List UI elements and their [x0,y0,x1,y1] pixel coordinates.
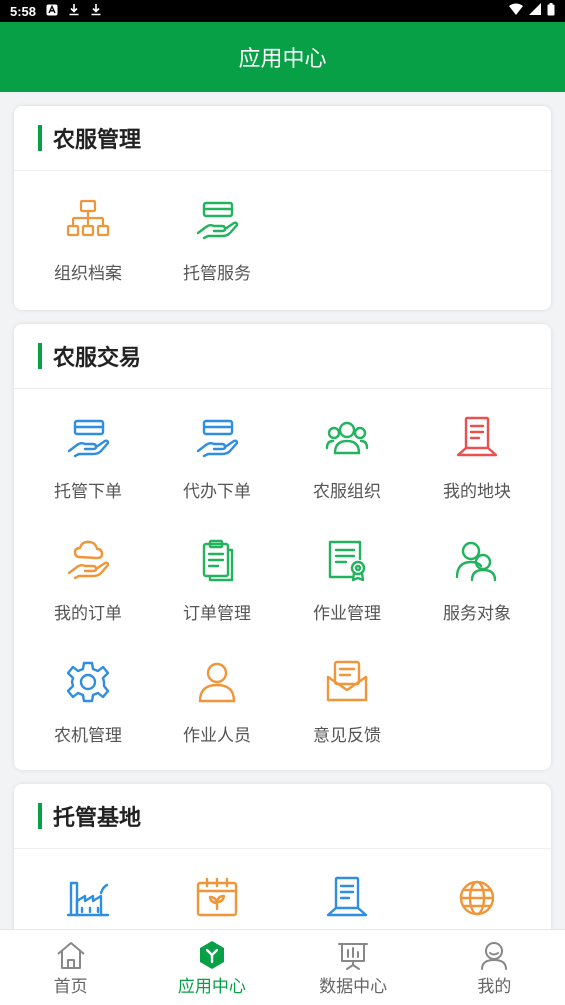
app-item-label: 我的订单 [54,604,122,624]
app-item-base-calendar[interactable] [152,849,282,929]
person-icon [194,659,240,705]
download-icon [68,3,80,19]
org-chart-icon [65,197,111,243]
section-accent-bar [38,343,42,369]
section-header: 托管基地 [14,784,551,849]
status-time: 5:58 [10,3,37,19]
group-icon [324,415,370,461]
section-header: 农服管理 [14,106,551,171]
tab-label: 我的 [477,977,512,997]
tab-home[interactable]: 首页 [0,930,141,1005]
app-item-base-globe[interactable] [412,849,542,929]
app-item-hosting-order[interactable]: 托管下单 [23,389,153,502]
section-card-agri-service-management: 农服管理 组织档案 托管服务 [14,106,551,310]
section-card-agri-service-trade: 农服交易 托管下单 代办下单 农服组织 我的地块 我的订单 订单管理 作业管理 … [14,324,551,770]
gear-icon [65,659,111,705]
app-item-hosting-service[interactable]: 托管服务 [152,171,282,284]
calendar-plant-icon [194,875,240,921]
mail-icon [324,659,370,705]
app-item-base-factory[interactable] [23,849,153,929]
home-icon [55,939,87,971]
tab-label: 首页 [53,977,88,997]
app-item-org-archive[interactable]: 组织档案 [23,171,153,284]
main-content[interactable]: 农服管理 组织档案 托管服务 农服交易 托管下单 代办下单 农服组织 我的地块 … [0,92,565,929]
app-item-label: 托管下单 [54,482,122,502]
app-item-label: 组织档案 [54,264,122,284]
app-item-feedback[interactable]: 意见反馈 [282,633,412,746]
page-title: 应用中心 [238,47,327,72]
app-item-label: 作业人员 [183,726,251,746]
certificate-icon [324,537,370,583]
app-item-operation-management[interactable]: 作业管理 [282,511,412,624]
battery-icon [547,2,555,20]
app-item-label: 农服组织 [313,482,381,502]
notification-a-icon [46,4,58,19]
app-item-label: 服务对象 [443,604,511,624]
app-item-proxy-order[interactable]: 代办下单 [152,389,282,502]
hand-cloud-icon [65,537,111,583]
tab-label: 应用中心 [177,977,246,997]
profile-icon [478,939,510,971]
download-icon [90,3,102,19]
land-icon [454,415,500,461]
data-board-icon [337,939,369,971]
tab-data-center[interactable]: 数据中心 [283,930,424,1005]
app-item-label: 托管服务 [183,264,251,284]
hand-card-icon [65,415,111,461]
tab-app-center[interactable]: 应用中心 [141,930,282,1005]
tab-label: 数据中心 [319,977,388,997]
section-title: 农服交易 [53,346,142,371]
signal-icon [529,3,541,19]
app-item-label: 作业管理 [313,604,381,624]
app-item-label: 订单管理 [183,604,251,624]
app-item-label: 农机管理 [54,726,122,746]
section-title: 农服管理 [53,128,142,153]
section-title: 托管基地 [53,806,142,831]
section-accent-bar [38,125,42,151]
app-item-service-targets[interactable]: 服务对象 [412,511,542,624]
app-item-order-management[interactable]: 订单管理 [152,511,282,624]
app-center-icon [196,939,228,971]
document-icon [324,875,370,921]
app-item-label: 我的地块 [443,482,511,502]
wifi-icon [509,3,523,19]
app-item-machinery-management[interactable]: 农机管理 [23,633,153,746]
app-item-agri-org[interactable]: 农服组织 [282,389,412,502]
app-item-operators[interactable]: 作业人员 [152,633,282,746]
clipboard-icon [194,537,240,583]
app-item-label: 意见反馈 [313,726,381,746]
globe-icon [454,875,500,921]
hand-card-icon [194,197,240,243]
section-accent-bar [38,803,42,829]
tab-mine[interactable]: 我的 [424,930,565,1005]
hand-card-icon [194,415,240,461]
app-item-label: 代办下单 [183,482,251,502]
section-card-hosting-base: 托管基地 [14,784,551,929]
users-icon [454,537,500,583]
bottom-tab-bar: 首页 应用中心 数据中心 我的 [0,929,565,1005]
status-bar: 5:58 [0,0,565,22]
app-item-my-orders[interactable]: 我的订单 [23,511,153,624]
factory-icon [65,875,111,921]
section-header: 农服交易 [14,324,551,389]
app-bar: 应用中心 [0,22,565,92]
app-item-base-document[interactable] [282,849,412,929]
app-item-my-land[interactable]: 我的地块 [412,389,542,502]
